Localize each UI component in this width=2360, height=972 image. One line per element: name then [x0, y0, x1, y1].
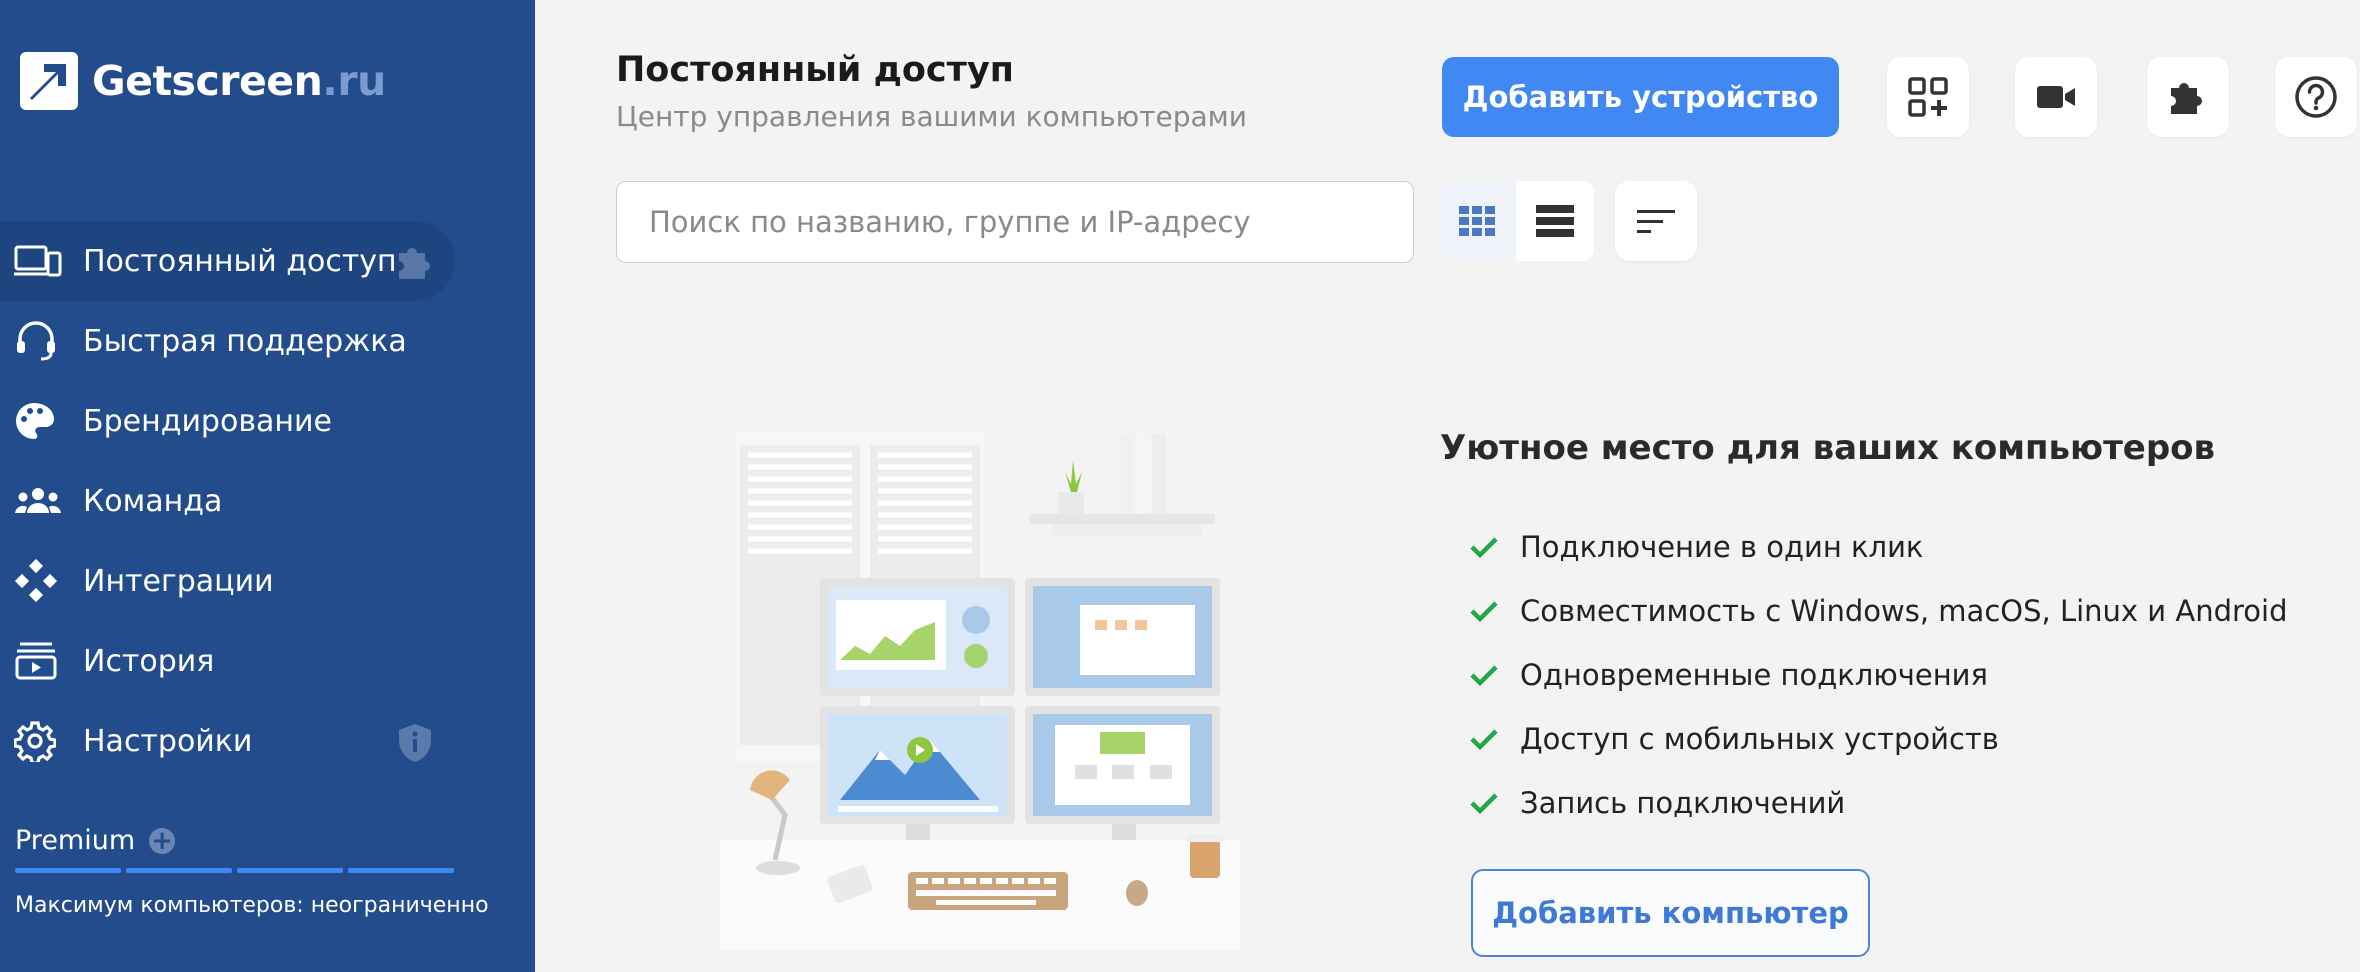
list-item: Доступ с мобильных устройств	[1468, 707, 2287, 771]
feature-text: Доступ с мобильных устройств	[1520, 722, 1999, 756]
list-item: Одновременные подключения	[1468, 643, 2287, 707]
plan-progress-segment	[237, 868, 343, 873]
sidebar-item-label: Постоянный доступ	[83, 243, 397, 279]
qr-add-button[interactable]	[1887, 57, 1969, 137]
check-icon	[1470, 537, 1498, 559]
sidebar-item-label: Настройки	[83, 723, 253, 759]
help-button[interactable]	[2275, 57, 2357, 137]
plan-progress	[15, 868, 459, 873]
feature-text: Подключение в один клик	[1520, 530, 1924, 564]
view-mode-toggle	[1438, 181, 1594, 261]
headset-icon	[14, 321, 64, 361]
plus-circle-icon[interactable]: +	[149, 827, 176, 854]
sidebar-item-history[interactable]: История	[0, 621, 455, 701]
shield-icon[interactable]	[393, 721, 437, 762]
plan-label: Premium	[15, 825, 136, 856]
sort-icon	[1637, 210, 1675, 233]
add-computer-button[interactable]: Добавить компьютер	[1471, 869, 1870, 957]
page-title: Постоянный доступ	[616, 50, 1014, 90]
list-item: Совместимость с Windows, macOS, Linux и …	[1468, 579, 2287, 643]
computer-limit-text: Максимум компьютеров: неограниченно	[15, 893, 489, 918]
feature-text: Одновременные подключения	[1520, 658, 1988, 692]
check-icon	[1470, 729, 1498, 751]
sidebar-item-team[interactable]: Команда	[0, 461, 455, 541]
plan-progress-segment	[15, 868, 121, 873]
sidebar-item-label: Быстрая поддержка	[83, 323, 407, 359]
integrations-icon	[14, 559, 64, 603]
page-subtitle: Центр управления вашими компьютерами	[616, 100, 1247, 133]
check-icon	[1470, 665, 1498, 687]
sidebar-item-quick-support[interactable]: Быстрая поддержка	[0, 301, 455, 381]
feature-list: Подключение в один клик Совместимость с …	[1468, 515, 2287, 835]
logo-arrow-icon	[20, 52, 78, 110]
plan-progress-segment	[126, 868, 232, 873]
logo[interactable]: Getscreen.ru	[18, 50, 386, 112]
palette-icon	[14, 401, 64, 441]
qr-add-icon	[1908, 77, 1948, 117]
gear-icon	[14, 721, 64, 762]
sidebar-item-label: Брендирование	[83, 403, 332, 439]
sort-button[interactable]	[1615, 181, 1697, 261]
plan-progress-segment	[348, 868, 454, 873]
sidebar-item-settings[interactable]: Настройки	[0, 701, 455, 781]
history-icon	[14, 641, 64, 681]
feature-text: Совместимость с Windows, macOS, Linux и …	[1520, 594, 2288, 628]
sidebar-item-integrations[interactable]: Интеграции	[0, 541, 455, 621]
add-device-button[interactable]: Добавить устройство	[1442, 57, 1839, 137]
help-icon	[2295, 76, 2337, 118]
devices-icon	[14, 241, 64, 281]
extensions-button[interactable]	[2147, 57, 2229, 137]
check-icon	[1470, 601, 1498, 623]
feature-text: Запись подключений	[1520, 786, 1846, 820]
sidebar-item-permanent-access[interactable]: Постоянный доступ	[0, 221, 455, 301]
list-item: Запись подключений	[1468, 771, 2287, 835]
empty-state-title: Уютное место для ваших компьютеров	[1440, 428, 2216, 468]
sidebar-item-label: История	[83, 643, 215, 679]
puzzle-icon[interactable]	[393, 241, 437, 281]
sidebar-item-label: Команда	[83, 483, 223, 519]
grid-view-button[interactable]	[1438, 181, 1516, 261]
team-icon	[14, 481, 64, 521]
list-view-icon	[1536, 205, 1574, 237]
sidebar-item-label: Интеграции	[83, 563, 274, 599]
list-view-button[interactable]	[1516, 181, 1594, 261]
plan-indicator: Premium +	[15, 825, 176, 856]
list-item: Подключение в один клик	[1468, 515, 2287, 579]
workspace-illustration	[720, 432, 1240, 950]
search-input[interactable]	[616, 181, 1414, 263]
record-video-button[interactable]	[2015, 57, 2097, 137]
sidebar-nav: Постоянный доступ Быстрая поддержка Брен…	[0, 221, 535, 781]
grid-view-icon	[1459, 206, 1495, 236]
sidebar-item-branding[interactable]: Брендирование	[0, 381, 455, 461]
video-camera-icon	[2037, 86, 2075, 108]
logo-text: Getscreen.ru	[92, 57, 386, 105]
check-icon	[1470, 793, 1498, 815]
puzzle-icon	[2171, 83, 2202, 114]
sidebar: Getscreen.ru Постоянный доступ Быстрая п…	[0, 0, 535, 972]
